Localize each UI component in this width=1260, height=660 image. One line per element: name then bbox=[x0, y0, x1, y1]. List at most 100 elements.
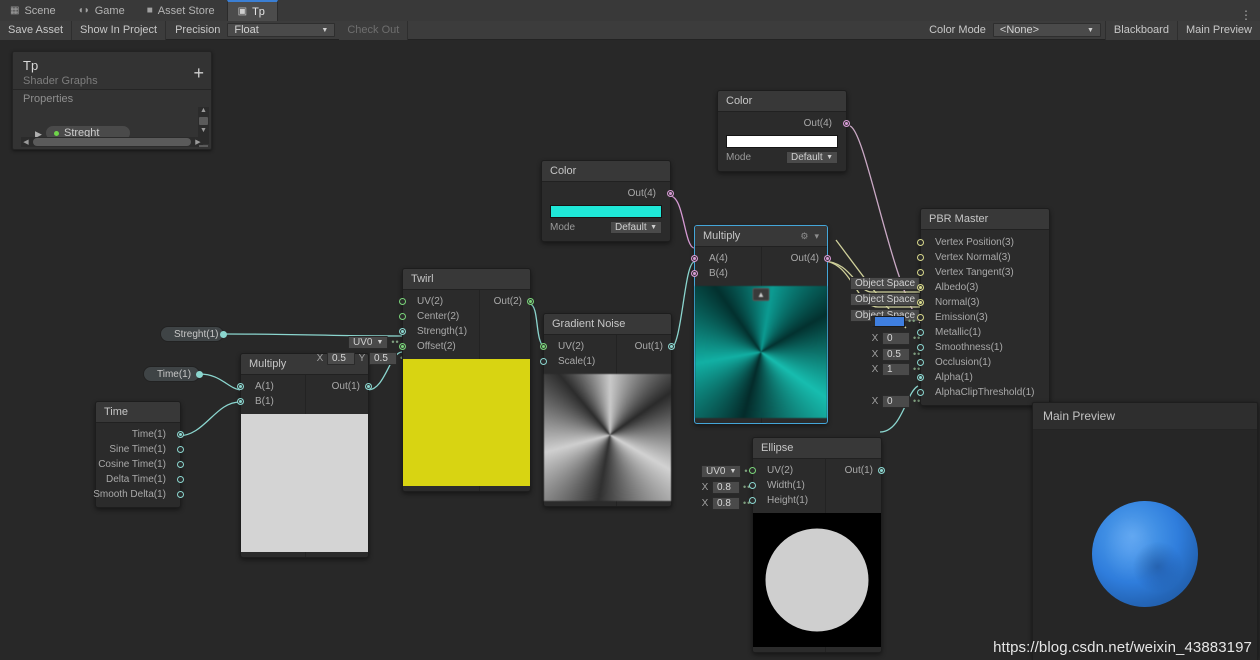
node-gradient-noise[interactable]: Gradient Noise UV(2) Out(1) Scale(1) bbox=[540, 313, 675, 507]
port-row-metallic[interactable]: Metallic(1) bbox=[917, 325, 1049, 340]
output-port[interactable] bbox=[177, 491, 184, 498]
center-y-input[interactable]: 0.5 bbox=[369, 352, 397, 365]
port-row-strength[interactable]: Strength(1) bbox=[399, 324, 530, 339]
tab-scene[interactable]: ▦ Scene bbox=[0, 0, 68, 21]
tab-tp[interactable]: ▣ Tp bbox=[226, 0, 278, 21]
metallic-control[interactable]: X 0 •• bbox=[871, 332, 921, 345]
occlusion-input[interactable]: 1 bbox=[882, 363, 910, 376]
port-row-cosine-time[interactable]: Cosine Time(1) bbox=[96, 457, 184, 472]
center-xy-fields[interactable]: X 0.5 Y 0.5 bbox=[316, 352, 397, 365]
color-mode-dropdown[interactable]: <None> ▼ bbox=[992, 23, 1101, 37]
output-port[interactable] bbox=[824, 255, 831, 262]
node-preview-ellipse[interactable] bbox=[753, 513, 881, 647]
main-preview-panel[interactable]: Main Preview bbox=[1032, 402, 1258, 660]
node-ellipse[interactable]: Ellipse UV(2) Out(1) Width(1) Height(1) bbox=[749, 437, 885, 653]
input-port[interactable] bbox=[917, 374, 924, 381]
input-port[interactable] bbox=[399, 313, 406, 320]
output-port[interactable] bbox=[667, 190, 674, 197]
port-row-occlusion[interactable]: Occlusion(1) bbox=[917, 355, 1049, 370]
input-port[interactable] bbox=[540, 343, 547, 350]
output-port[interactable] bbox=[527, 298, 534, 305]
port-row-b[interactable]: B(1) bbox=[237, 394, 368, 409]
scrollbar-thumb[interactable] bbox=[33, 138, 191, 146]
port-row-height[interactable]: Height(1) bbox=[749, 493, 881, 508]
node-pbr-master[interactable]: PBR Master Vertex Position(3) Vertex Nor… bbox=[917, 208, 1050, 406]
input-port[interactable] bbox=[399, 343, 406, 350]
graph-canvas[interactable]: Tp Shader Graphs + Properties ▶ Streght … bbox=[0, 40, 1260, 660]
input-port[interactable] bbox=[917, 329, 924, 336]
input-port[interactable] bbox=[917, 269, 924, 276]
node-preview-multiply-scalar[interactable] bbox=[241, 414, 368, 552]
ellipse-height-control[interactable]: X 0.8 •• bbox=[701, 497, 751, 510]
object-space-dropdown[interactable]: Object Space bbox=[850, 293, 921, 306]
blackboard-toggle-button[interactable]: Blackboard bbox=[1104, 20, 1177, 40]
input-port[interactable] bbox=[917, 314, 924, 321]
emission-color-control[interactable]: •• bbox=[871, 316, 916, 327]
tab-options-icon[interactable]: ⋮ bbox=[1232, 9, 1260, 21]
port-row-vertex-tangent[interactable]: Vertex Tangent(3) bbox=[917, 265, 1049, 280]
port-row-vertex-position[interactable]: Vertex Position(3) bbox=[917, 235, 1049, 250]
port-row-width[interactable]: Width(1) bbox=[749, 478, 881, 493]
port-row-uv[interactable]: UV(2) Out(2) bbox=[399, 294, 534, 309]
color-mode-dropdown[interactable]: Default ▼ bbox=[786, 151, 838, 164]
input-port[interactable] bbox=[749, 497, 756, 504]
node-twirl-header[interactable]: Twirl bbox=[403, 269, 530, 290]
output-port[interactable] bbox=[843, 120, 850, 127]
port-row-smooth-delta[interactable]: Smooth Delta(1) bbox=[93, 487, 184, 502]
scroll-left-icon[interactable]: ◀ bbox=[21, 138, 31, 146]
output-port[interactable] bbox=[177, 461, 184, 468]
output-port[interactable] bbox=[668, 343, 675, 350]
input-port[interactable] bbox=[237, 383, 244, 390]
output-port[interactable] bbox=[177, 431, 184, 438]
port-row-uv[interactable]: UV(2) Out(1) bbox=[749, 463, 885, 478]
input-port[interactable] bbox=[917, 389, 924, 396]
ellipse-width-control[interactable]: X 0.8 •• bbox=[701, 481, 751, 494]
occlusion-control[interactable]: X 1 •• bbox=[871, 363, 921, 376]
chevron-down-icon[interactable]: ▾ bbox=[814, 231, 819, 242]
node-color-white[interactable]: Color Out(4) Mode Default ▼ bbox=[717, 90, 850, 172]
twirl-center-control[interactable]: X 0.5 Y 0.5 •• bbox=[316, 352, 408, 365]
node-preview-multiply-rgb[interactable]: ▲ bbox=[695, 286, 827, 418]
blackboard-panel[interactable]: Tp Shader Graphs + Properties ▶ Streght … bbox=[12, 51, 212, 150]
output-port[interactable] bbox=[365, 383, 372, 390]
tab-game[interactable]: ◖◗ Game bbox=[68, 0, 137, 21]
input-port[interactable] bbox=[749, 467, 756, 474]
port-row-out[interactable]: Out(4) bbox=[718, 116, 850, 131]
node-preview-twirl[interactable] bbox=[403, 359, 530, 486]
resize-handle[interactable] bbox=[199, 145, 208, 147]
input-port[interactable] bbox=[917, 254, 924, 261]
port-row-albedo[interactable]: Albedo(3) bbox=[917, 280, 1049, 295]
property-node-time[interactable]: Time(1) bbox=[143, 366, 203, 382]
port-row-a[interactable]: A(4) Out(4) bbox=[691, 251, 831, 266]
port-row-out[interactable]: Out(4) bbox=[542, 186, 674, 201]
input-port[interactable] bbox=[399, 298, 406, 305]
port-row-vertex-normal[interactable]: Vertex Normal(3) bbox=[917, 250, 1049, 265]
tab-asset-store[interactable]: ■ Asset Store bbox=[137, 0, 227, 21]
emission-color-swatch[interactable] bbox=[871, 316, 905, 327]
port-row-offset[interactable]: Offset(2) bbox=[399, 339, 530, 354]
port-row-sine-time[interactable]: Sine Time(1) bbox=[96, 442, 184, 457]
port-row-normal[interactable]: Normal(3) bbox=[917, 295, 1049, 310]
port-row-a[interactable]: A(1) Out(1) bbox=[237, 379, 372, 394]
node-gradient-noise-header[interactable]: Gradient Noise bbox=[544, 314, 671, 335]
uv-channel-dropdown[interactable]: UV0 ▼ bbox=[348, 336, 389, 349]
port-row-alpha[interactable]: Alpha(1) bbox=[917, 370, 1049, 385]
port-row-scale[interactable]: Scale(1) bbox=[540, 354, 671, 369]
node-time[interactable]: Time Time(1) Sine Time(1) Cosine Time(1)… bbox=[93, 401, 184, 508]
precision-dropdown[interactable]: Float ▼ bbox=[227, 23, 336, 37]
port-row-uv[interactable]: UV(2) Out(1) bbox=[540, 339, 675, 354]
port-row-b[interactable]: B(4) bbox=[691, 266, 827, 281]
input-port[interactable] bbox=[917, 359, 924, 366]
port-row-center[interactable]: Center(2) bbox=[399, 309, 530, 324]
ellipse-height-input[interactable]: 0.8 bbox=[712, 497, 740, 510]
node-multiply-rgb[interactable]: Multiply ⚙ ▾ A(4) Out(4) B(4) ▲ bbox=[691, 225, 831, 424]
ellipse-width-input[interactable]: 0.8 bbox=[712, 481, 740, 494]
alpha-clip-threshold-input[interactable]: 0 bbox=[882, 395, 910, 408]
output-port[interactable] bbox=[220, 330, 227, 338]
input-port[interactable] bbox=[237, 398, 244, 405]
smoothness-control[interactable]: X 0.5 •• bbox=[871, 348, 921, 361]
output-port[interactable] bbox=[177, 446, 184, 453]
main-preview-body[interactable] bbox=[1033, 430, 1257, 660]
node-time-header[interactable]: Time bbox=[96, 402, 180, 423]
node-multiply-rgb-header[interactable]: Multiply ⚙ ▾ bbox=[695, 226, 827, 247]
